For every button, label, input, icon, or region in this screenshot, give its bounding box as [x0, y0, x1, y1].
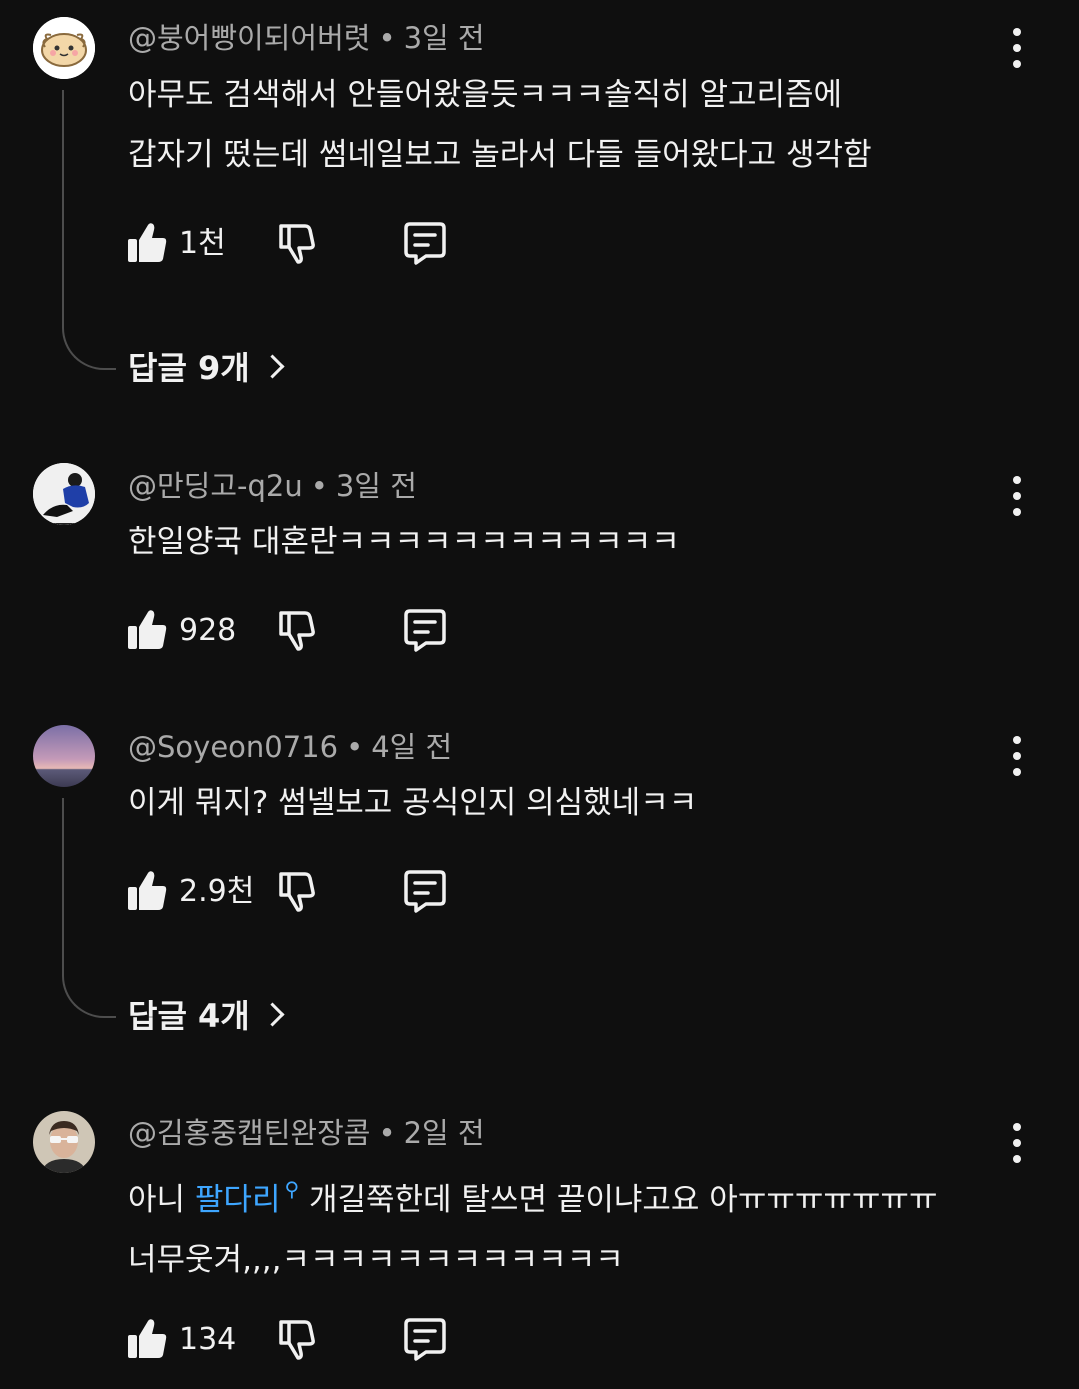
- comment-text-segment: 아니: [128, 1182, 195, 1218]
- comment-time[interactable]: 4일 전: [371, 730, 452, 764]
- thumbs-down-icon[interactable]: [273, 607, 317, 653]
- comment-reply-icon[interactable]: [402, 220, 448, 266]
- search-link[interactable]: 팔다리: [195, 1182, 281, 1218]
- more-vertical-icon[interactable]: [1000, 736, 1034, 776]
- meta-separator: •: [378, 21, 396, 55]
- comment-time[interactable]: 3일 전: [336, 469, 417, 503]
- comment-meta: @만딩고-q2u • 3일 전: [128, 468, 417, 504]
- like-count: 1천: [179, 226, 226, 261]
- author-name[interactable]: @김홍중캡틴완장콤: [128, 1116, 370, 1150]
- avatar[interactable]: [33, 1111, 95, 1173]
- author-name[interactable]: @Soyeon0716: [128, 730, 338, 764]
- meta-separator: •: [378, 1116, 396, 1150]
- comment-actions: 2.9천: [126, 868, 466, 918]
- comment-reply-icon[interactable]: [402, 868, 448, 914]
- comment-text: 이게 뭐지? 썸넬보고 공식인지 의심했네ㅋㅋ: [128, 773, 697, 833]
- meta-separator: •: [346, 730, 364, 764]
- like-count: 2.9천: [179, 874, 255, 909]
- more-vertical-icon[interactable]: [1000, 1123, 1034, 1163]
- comment-text: 아무도 검색해서 안들어왔을듯ㅋㅋㅋ솔직히 알고리즘에 갑자기 떴는데 썸네일보…: [128, 65, 872, 185]
- view-replies-button[interactable]: 답글 9개: [128, 348, 285, 388]
- comment-text-line: 갑자기 떴는데 썸네일보고 놀라서 다들 들어왔다고 생각함: [128, 137, 872, 173]
- replies-label: 답글 4개: [128, 997, 250, 1035]
- comment-actions: 134: [126, 1316, 466, 1366]
- replies-label: 답글 9개: [128, 349, 250, 387]
- like-count: 134: [179, 1322, 237, 1357]
- thumbs-up-icon[interactable]: [126, 607, 170, 653]
- comment-text: 한일양국 대혼란ㅋㅋㅋㅋㅋㅋㅋㅋㅋㅋㅋㅋ: [128, 512, 680, 572]
- search-icon[interactable]: ⚲: [284, 1177, 299, 1201]
- comment-meta: @김홍중캡틴완장콤 • 2일 전: [128, 1115, 485, 1151]
- comment-time[interactable]: 2일 전: [404, 1116, 485, 1150]
- meta-separator: •: [310, 469, 328, 503]
- comment-text-line: 아무도 검색해서 안들어왔을듯ㅋㅋㅋ솔직히 알고리즘에: [128, 77, 843, 113]
- comment-time[interactable]: 3일 전: [404, 21, 485, 55]
- thread-line: [62, 798, 116, 1018]
- comment-meta: @붕어빵이되어버렷 • 3일 전: [128, 20, 485, 56]
- comment-reply-icon[interactable]: [402, 1316, 448, 1362]
- author-name[interactable]: @붕어빵이되어버렷: [128, 21, 370, 55]
- comment-text-segment: 개길쭉한데 탈쓰면 끝이냐고요 아ㅠㅠㅠㅠㅠㅠㅠ: [299, 1182, 938, 1218]
- more-vertical-icon[interactable]: [1000, 28, 1034, 68]
- view-replies-button[interactable]: 답글 4개: [128, 996, 285, 1036]
- comment-text: 아니 팔다리 ⚲ 개길쭉한데 탈쓰면 끝이냐고요 아ㅠㅠㅠㅠㅠㅠㅠ 너무웃겨,,,…: [128, 1159, 937, 1290]
- comment-meta: @Soyeon0716 • 4일 전: [128, 729, 452, 765]
- comment-actions: 1천: [126, 220, 466, 270]
- avatar[interactable]: [33, 725, 95, 787]
- thumbs-up-icon[interactable]: [126, 1316, 170, 1362]
- chevron-right-icon: [260, 1002, 285, 1027]
- comment-actions: 928: [126, 607, 466, 657]
- thumbs-up-icon[interactable]: [126, 868, 170, 914]
- comment-text-line: 너무웃겨,,,,ㅋㅋㅋㅋㅋㅋㅋㅋㅋㅋㅋㅋ: [128, 1242, 624, 1278]
- more-vertical-icon[interactable]: [1000, 476, 1034, 516]
- thumbs-up-icon[interactable]: [126, 220, 170, 266]
- thumbs-down-icon[interactable]: [273, 220, 317, 266]
- comment-text-line: 아니 팔다리 ⚲ 개길쭉한데 탈쓰면 끝이냐고요 아ㅠㅠㅠㅠㅠㅠㅠ: [128, 1159, 937, 1230]
- like-count: 928: [179, 613, 237, 648]
- avatar[interactable]: [33, 17, 95, 79]
- avatar[interactable]: [33, 463, 95, 525]
- thumbs-down-icon[interactable]: [273, 1316, 317, 1362]
- author-name[interactable]: @만딩고-q2u: [128, 469, 303, 503]
- thread-line: [62, 90, 116, 370]
- comment-text-line: 한일양국 대혼란ㅋㅋㅋㅋㅋㅋㅋㅋㅋㅋㅋㅋ: [128, 524, 680, 560]
- comment-reply-icon[interactable]: [402, 607, 448, 653]
- thumbs-down-icon[interactable]: [273, 868, 317, 914]
- chevron-right-icon: [260, 354, 285, 379]
- comment-text-line: 이게 뭐지? 썸넬보고 공식인지 의심했네ㅋㅋ: [128, 785, 698, 821]
